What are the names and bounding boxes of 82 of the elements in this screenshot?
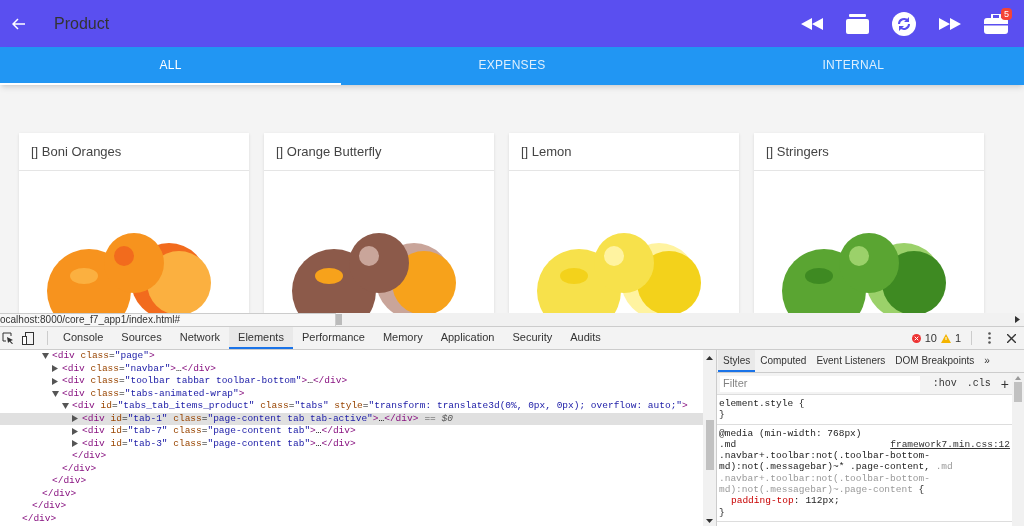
devtools-tab[interactable]: Security	[503, 327, 562, 349]
css-code: .md	[935, 461, 953, 473]
rewind-icon[interactable]	[801, 17, 823, 30]
error-count[interactable]: 10	[924, 329, 937, 347]
devtools-tab[interactable]: Audits	[561, 327, 610, 349]
styles-tab[interactable]: Computed	[755, 350, 812, 372]
css-declaration: padding-top: 112px;	[730, 495, 841, 507]
styles-tab[interactable]: Styles	[718, 350, 756, 372]
code-text[interactable]: <div id="tabs_tab_items_product" class="tabs" style="transform: translate3d(0%, 0px, 0px); overflow: auto;">	[72, 400, 688, 413]
vertical-scrollbar[interactable]	[705, 420, 714, 470]
source-link[interactable]: framework7.min.css:12	[890, 438, 1010, 451]
code-text[interactable]: <div class="navbar">…</div>	[62, 362, 216, 375]
css-code: md):not(.messagebar)~* .page-content,	[719, 461, 931, 473]
product-card[interactable]: [] Lemon	[509, 133, 739, 313]
code-text[interactable]: </div>	[52, 475, 87, 488]
scroll-down-icon[interactable]	[706, 519, 713, 523]
devtools-tab[interactable]: Console	[54, 327, 113, 349]
css-code: element.style {	[719, 398, 805, 410]
code-text[interactable]: <div class="page">	[52, 350, 155, 363]
code-text[interactable]: </div>	[42, 487, 77, 500]
devtools-tab[interactable]: Network	[170, 327, 230, 349]
horizontal-scrollbar[interactable]	[336, 314, 342, 325]
code-text[interactable]: <div class="tabs-animated-wrap">	[62, 387, 245, 400]
fast-forward-icon[interactable]	[939, 17, 961, 30]
product-card[interactable]: [] Orange Butterfly	[264, 133, 494, 313]
inspect-icon[interactable]	[2, 332, 14, 344]
code-text[interactable]: </div>	[62, 462, 97, 475]
code-text[interactable]: <div id="tab-7" class="page-content tab">…</div>	[82, 425, 356, 438]
expanded-arrow-icon[interactable]	[52, 390, 59, 397]
collapsed-arrow-icon[interactable]	[72, 427, 78, 435]
css-code: .navbar+.toolbar:not(.toolbar-bottom-	[719, 472, 930, 485]
tray-icon[interactable]	[846, 13, 869, 34]
error-icon	[911, 333, 921, 343]
scroll-up-icon[interactable]	[706, 356, 713, 360]
styles-tab[interactable]: DOM Breakpoints	[890, 350, 980, 372]
devtools-tab[interactable]: Elements	[229, 327, 293, 349]
close-icon[interactable]	[1007, 333, 1016, 343]
collapsed-arrow-icon[interactable]	[52, 365, 58, 373]
toolbox-icon[interactable]	[984, 13, 1008, 34]
devtools-tab[interactable]: Application	[431, 327, 504, 349]
app-title: Product	[54, 13, 110, 34]
product-card[interactable]: [] Boni Oranges	[19, 133, 249, 313]
css-code: .navbar+.toolbar:not(.toolbar-bottom-	[719, 450, 930, 462]
product-card[interactable]: [] Stringers	[754, 133, 984, 313]
warning-icon	[940, 333, 951, 343]
collapsed-arrow-icon[interactable]	[72, 440, 78, 448]
more-icon[interactable]	[988, 332, 991, 344]
vertical-scrollbar[interactable]	[1014, 382, 1022, 402]
expanded-arrow-icon[interactable]	[42, 353, 49, 360]
code-text[interactable]: </div>	[32, 500, 67, 513]
css-code: .md	[719, 438, 737, 451]
css-code: md):not(.messagebar)~.page-content	[719, 484, 913, 496]
code-text[interactable]: </div>	[72, 450, 107, 463]
devtools-tab[interactable]: Performance	[292, 327, 374, 349]
code-text[interactable]: </div>	[22, 512, 57, 525]
code-text[interactable]: <div id="tab-3" class="page-content tab">…</div>	[82, 437, 356, 450]
css-code: @media (min-width: 768px)	[719, 427, 862, 439]
device-toolbar-icon[interactable]	[22, 331, 34, 345]
collapsed-arrow-icon[interactable]	[72, 415, 78, 423]
filter-field[interactable]: Filter	[720, 375, 920, 392]
code-text: <div id="tab-1" class="page-content tab tab-active">…</div>	[82, 412, 419, 425]
console-reference: == $0	[424, 412, 453, 425]
notification-badge: 5	[1001, 7, 1012, 20]
status-url: ocalhost:8000/core_f7_app1/index.html#	[0, 313, 336, 326]
scroll-right-icon[interactable]	[1015, 316, 1020, 323]
new-rule-button[interactable]: +	[1000, 376, 1009, 391]
hover-toggle[interactable]: :hov	[932, 376, 957, 391]
css-code: }	[719, 409, 725, 421]
code-text[interactable]: <div class="toolbar tabbar toolbar-bottom">…</div>	[62, 375, 348, 388]
collapsed-arrow-icon[interactable]	[52, 377, 58, 385]
css-code-line: }	[719, 506, 726, 518]
styles-tab[interactable]: Event Listeners	[811, 350, 891, 372]
class-toggle[interactable]: .cls	[966, 376, 991, 391]
devtools-tab[interactable]: Memory	[373, 327, 432, 349]
refresh-icon[interactable]	[892, 11, 916, 36]
devtools-tab[interactable]: Sources	[112, 327, 171, 349]
css-code: {	[917, 484, 925, 496]
selected-node-row[interactable]: <div id="tab-1" class="page-content tab tab-active">…</div> == $0	[0, 412, 703, 425]
expanded-arrow-icon[interactable]	[62, 403, 69, 410]
styles-tab[interactable]: »	[979, 350, 995, 372]
back-icon[interactable]	[12, 17, 26, 30]
warning-count[interactable]: 1	[954, 329, 961, 347]
